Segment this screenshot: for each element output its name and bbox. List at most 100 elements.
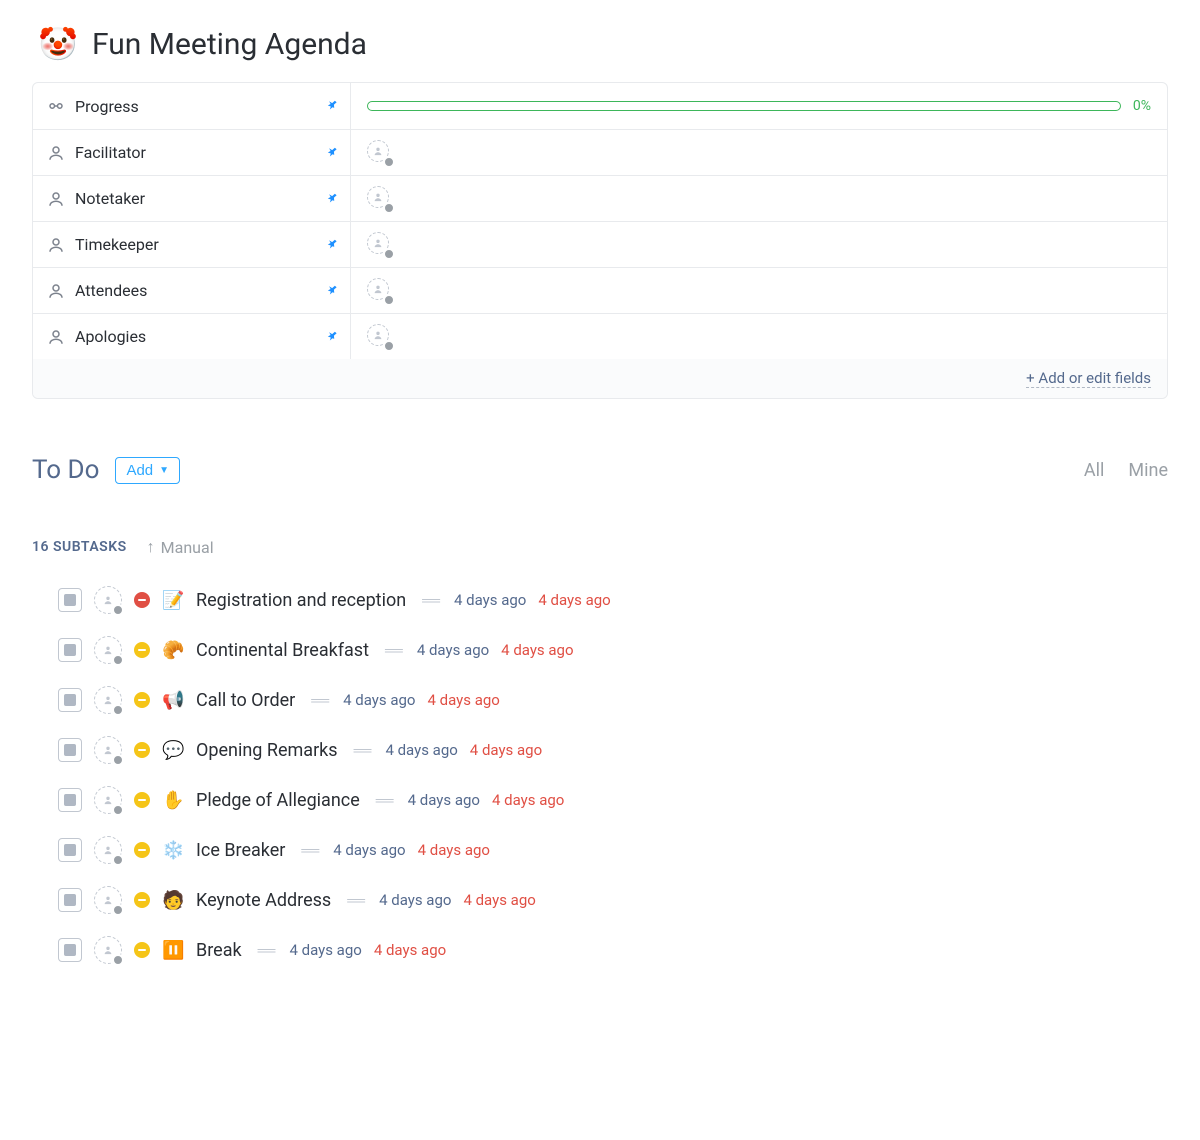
field-label-cell[interactable]: Facilitator: [33, 130, 351, 175]
assignee-empty-icon[interactable]: [367, 140, 393, 166]
assignee-empty-icon[interactable]: [367, 186, 393, 212]
priority-icon[interactable]: [134, 642, 150, 658]
assignee-empty-icon[interactable]: [94, 936, 122, 964]
field-label-cell[interactable]: Apologies: [33, 314, 351, 359]
task-emoji-icon: 🧑: [162, 890, 184, 911]
task-due-date: 4 days ago: [470, 741, 542, 759]
task-checkbox[interactable]: [58, 588, 82, 612]
assignee-empty-icon[interactable]: [367, 278, 393, 304]
filter-all[interactable]: All: [1084, 460, 1105, 481]
pin-icon[interactable]: [324, 98, 340, 114]
chevron-down-icon: ▼: [159, 465, 169, 476]
task-checkbox[interactable]: [58, 788, 82, 812]
drag-handle-icon[interactable]: ══: [311, 692, 327, 709]
priority-icon[interactable]: [134, 592, 150, 608]
task-name[interactable]: Break: [196, 940, 242, 961]
field-value-cell[interactable]: [351, 130, 1167, 175]
task-due-date: 4 days ago: [538, 591, 610, 609]
priority-icon[interactable]: [134, 892, 150, 908]
priority-icon[interactable]: [134, 792, 150, 808]
field-label-cell[interactable]: Timekeeper: [33, 222, 351, 267]
priority-icon[interactable]: [134, 842, 150, 858]
task-checkbox[interactable]: [58, 688, 82, 712]
sort-button[interactable]: ↑ Manual: [147, 537, 214, 557]
assignee-empty-icon[interactable]: [94, 786, 122, 814]
task-created-date: 4 days ago: [385, 741, 457, 759]
task-name[interactable]: Keynote Address: [196, 890, 331, 911]
field-value-cell[interactable]: [351, 268, 1167, 313]
field-label: Timekeeper: [75, 235, 159, 254]
assignee-empty-icon[interactable]: [367, 324, 393, 350]
task-name[interactable]: Opening Remarks: [196, 740, 338, 761]
task-created-date: 4 days ago: [289, 941, 361, 959]
pin-icon[interactable]: [324, 145, 340, 161]
field-label: Progress: [75, 97, 139, 116]
field-label-cell[interactable]: Progress: [33, 83, 351, 129]
field-value-cell[interactable]: [351, 314, 1167, 359]
drag-handle-icon[interactable]: ══: [354, 742, 370, 759]
field-label-cell[interactable]: Notetaker: [33, 176, 351, 221]
task-checkbox[interactable]: [58, 838, 82, 862]
assignee-empty-icon[interactable]: [94, 686, 122, 714]
person-icon: [47, 328, 65, 346]
task-row: 💬 Opening Remarks ══ 4 days ago 4 days a…: [58, 729, 1168, 771]
progress-percent: 0%: [1133, 98, 1151, 114]
task-name[interactable]: Continental Breakfast: [196, 640, 369, 661]
drag-handle-icon[interactable]: ══: [258, 942, 274, 959]
field-value-cell[interactable]: [351, 222, 1167, 267]
filter-mine[interactable]: Mine: [1128, 460, 1168, 481]
add-edit-fields-link[interactable]: + Add or edit fields: [1026, 369, 1151, 388]
pin-icon[interactable]: [324, 329, 340, 345]
todo-header: To Do Add ▼ All Mine: [32, 455, 1168, 485]
field-label-cell[interactable]: Attendees: [33, 268, 351, 313]
assignee-empty-icon[interactable]: [94, 736, 122, 764]
subtasks-bar: 16 SUBTASKS ↑ Manual: [32, 537, 1168, 557]
task-created-date: 4 days ago: [379, 891, 451, 909]
priority-icon[interactable]: [134, 942, 150, 958]
add-button[interactable]: Add ▼: [115, 457, 180, 484]
assignee-empty-icon[interactable]: [94, 586, 122, 614]
pin-icon[interactable]: [324, 283, 340, 299]
task-emoji-icon: 💬: [162, 740, 184, 761]
task-row: 🧑 Keynote Address ══ 4 days ago 4 days a…: [58, 879, 1168, 921]
progress-bar[interactable]: 0%: [367, 98, 1151, 114]
page-title[interactable]: Fun Meeting Agenda: [92, 27, 367, 62]
sort-label: Manual: [161, 538, 214, 557]
task-name[interactable]: Registration and reception: [196, 590, 406, 611]
task-row: ✋ Pledge of Allegiance ══ 4 days ago 4 d…: [58, 779, 1168, 821]
field-row: Apologies: [33, 313, 1167, 359]
pin-icon[interactable]: [324, 237, 340, 253]
task-created-date: 4 days ago: [417, 641, 489, 659]
field-row: Timekeeper: [33, 221, 1167, 267]
drag-handle-icon[interactable]: ══: [301, 842, 317, 859]
assignee-empty-icon[interactable]: [94, 886, 122, 914]
field-label: Facilitator: [75, 143, 146, 162]
add-button-label: Add: [126, 462, 153, 479]
priority-icon[interactable]: [134, 742, 150, 758]
task-created-date: 4 days ago: [333, 841, 405, 859]
person-icon: [47, 236, 65, 254]
task-checkbox[interactable]: [58, 738, 82, 762]
task-name[interactable]: Pledge of Allegiance: [196, 790, 360, 811]
assignee-empty-icon[interactable]: [367, 232, 393, 258]
drag-handle-icon[interactable]: ══: [376, 792, 392, 809]
task-due-date: 4 days ago: [492, 791, 564, 809]
drag-handle-icon[interactable]: ══: [385, 642, 401, 659]
assignee-empty-icon[interactable]: [94, 836, 122, 864]
task-name[interactable]: Call to Order: [196, 690, 295, 711]
field-value-cell[interactable]: 0%: [351, 83, 1167, 129]
field-value-cell[interactable]: [351, 176, 1167, 221]
field-row: Progress 0%: [33, 83, 1167, 129]
person-icon: [47, 282, 65, 300]
task-name[interactable]: Ice Breaker: [196, 840, 285, 861]
pin-icon[interactable]: [324, 191, 340, 207]
drag-handle-icon[interactable]: ══: [347, 892, 363, 909]
task-checkbox[interactable]: [58, 938, 82, 962]
task-checkbox[interactable]: [58, 888, 82, 912]
task-emoji-icon: 📝: [162, 590, 184, 611]
person-icon: [47, 144, 65, 162]
priority-icon[interactable]: [134, 692, 150, 708]
drag-handle-icon[interactable]: ══: [422, 592, 438, 609]
assignee-empty-icon[interactable]: [94, 636, 122, 664]
task-checkbox[interactable]: [58, 638, 82, 662]
